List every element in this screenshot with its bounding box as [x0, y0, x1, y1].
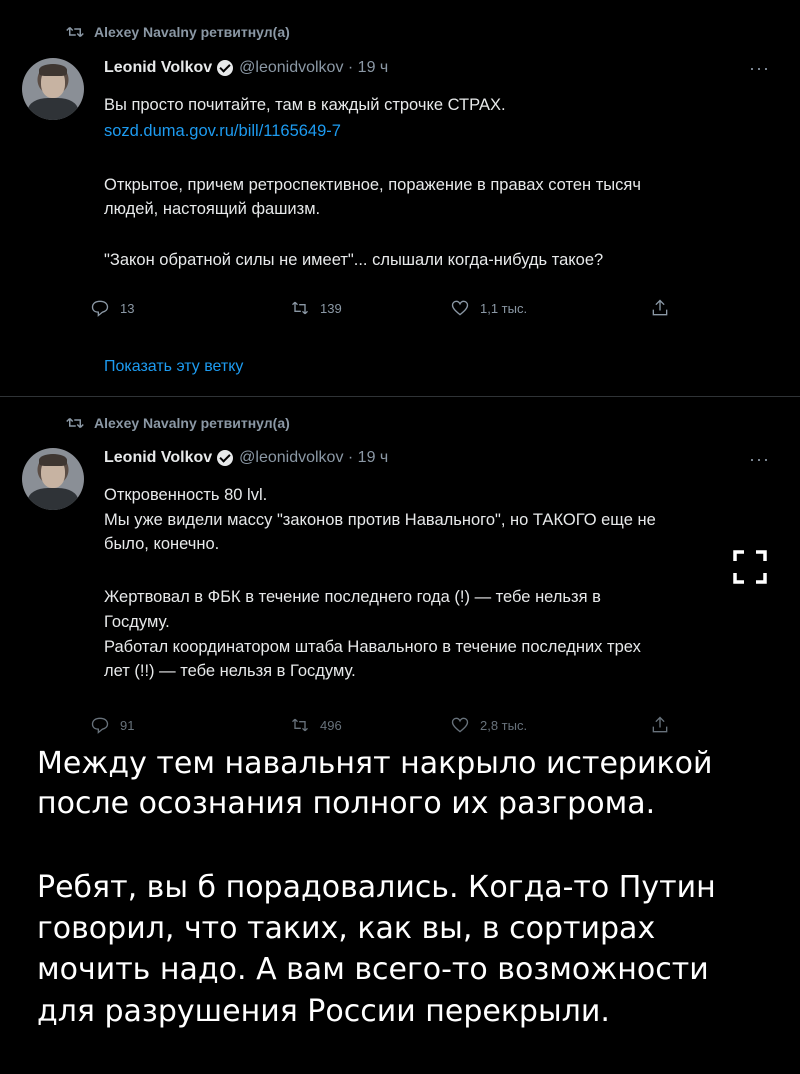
like-button[interactable]: 2,8 тыс.: [450, 715, 650, 735]
retweet-context: Alexey Navalny ретвитнул(а): [66, 24, 290, 40]
share-button[interactable]: [650, 298, 670, 318]
share-button[interactable]: [650, 715, 670, 735]
reply-count: 13: [120, 300, 135, 316]
caption-line: для разрушения России перекрыли.: [37, 994, 610, 1029]
tweet-text-line: Работал координатором штаба Навального в…: [104, 638, 641, 656]
retweet-button[interactable]: 496: [290, 715, 450, 735]
tweet-text-line: Откровенность 80 lvl.: [104, 486, 268, 504]
reply-icon: [91, 717, 109, 734]
like-button[interactable]: 1,1 тыс.: [450, 298, 650, 318]
avatar[interactable]: [22, 448, 84, 510]
tweet-actions: 13 139 1,1 тыс.: [90, 298, 690, 318]
heart-icon: [451, 300, 469, 316]
tweet-text-line: Жертвовал в ФБК в течение последнего год…: [104, 588, 601, 606]
tweet-text-line: было, конечно.: [104, 535, 220, 553]
author-handle-time[interactable]: @leonidvolkov · 19 ч: [239, 59, 388, 77]
like-count: 1,1 тыс.: [480, 300, 528, 316]
reply-count: 91: [120, 717, 135, 733]
more-options-icon[interactable]: ···: [749, 449, 770, 470]
reply-icon: [91, 300, 109, 317]
reply-button[interactable]: 91: [90, 715, 290, 735]
tweet-text-line: лет (!!) — тебе нельзя в Госдуму.: [104, 662, 356, 680]
author-name[interactable]: Leonid Volkov: [104, 449, 212, 467]
tweet-1[interactable]: Alexey Navalny ретвитнул(а) Leonid Volko…: [0, 0, 800, 395]
tweet-2[interactable]: Alexey Navalny ретвитнул(а) Leonid Volko…: [0, 397, 800, 737]
heart-icon: [451, 717, 469, 733]
retweeted-by-label: Alexey Navalny ретвитнул(а): [94, 24, 290, 40]
show-thread-link[interactable]: Показать эту ветку: [104, 358, 243, 376]
caption-line: Между тем навальнят накрыло истерикой: [37, 746, 713, 781]
tweet-link[interactable]: sozd.duma.gov.ru/bill/1165649-7: [104, 121, 774, 142]
author-handle-time[interactable]: @leonidvolkov · 19 ч: [239, 449, 388, 467]
tweet-text-line: Вы просто почитайте, там в каждый строчк…: [104, 96, 506, 114]
caption-line: мочить надо. А вам всего-то возможности: [37, 952, 709, 987]
retweet-context: Alexey Navalny ретвитнул(а): [66, 415, 290, 431]
tweet-actions: 91 496 2,8 тыс.: [90, 715, 690, 735]
tweet-text-line: людей, настоящий фашизм.: [104, 200, 321, 218]
retweet-icon: [292, 718, 308, 732]
caption-line: говорил, что таких, как вы, в сортирах: [37, 911, 656, 946]
tweet-text-line: Госдуму.: [104, 613, 170, 631]
more-options-icon[interactable]: ···: [749, 58, 770, 79]
tweet-header: Leonid Volkov @leonidvolkov · 19 ч: [104, 59, 388, 77]
author-name[interactable]: Leonid Volkov: [104, 59, 212, 77]
retweet-icon: [66, 417, 84, 429]
retweet-count: 496: [320, 717, 342, 733]
tweet-header: Leonid Volkov @leonidvolkov · 19 ч: [104, 449, 388, 467]
reply-button[interactable]: 13: [90, 298, 290, 318]
caption-line: Ребят, вы б порадовались. Когда-то Путин: [37, 870, 716, 905]
retweet-icon: [66, 26, 84, 38]
verified-badge-icon: [217, 450, 234, 466]
retweet-count: 139: [320, 300, 342, 316]
retweeted-by-label: Alexey Navalny ретвитнул(а): [94, 415, 290, 431]
expand-icon[interactable]: [732, 549, 768, 585]
verified-badge-icon: [217, 60, 234, 76]
share-icon: [652, 299, 668, 316]
retweet-button[interactable]: 139: [290, 298, 450, 318]
like-count: 2,8 тыс.: [480, 717, 528, 733]
tweet-text-line: Открытое, причем ретроспективное, пораже…: [104, 176, 641, 194]
tweet-text-line: "Закон обратной силы не имеет"... слышал…: [104, 251, 604, 269]
retweet-icon: [292, 301, 308, 315]
tweet-text-line: Мы уже видели массу "законов против Нава…: [104, 511, 656, 529]
share-icon: [652, 716, 668, 733]
avatar[interactable]: [22, 58, 84, 120]
caption-line: после осознания полного их разгрома.: [37, 786, 656, 821]
